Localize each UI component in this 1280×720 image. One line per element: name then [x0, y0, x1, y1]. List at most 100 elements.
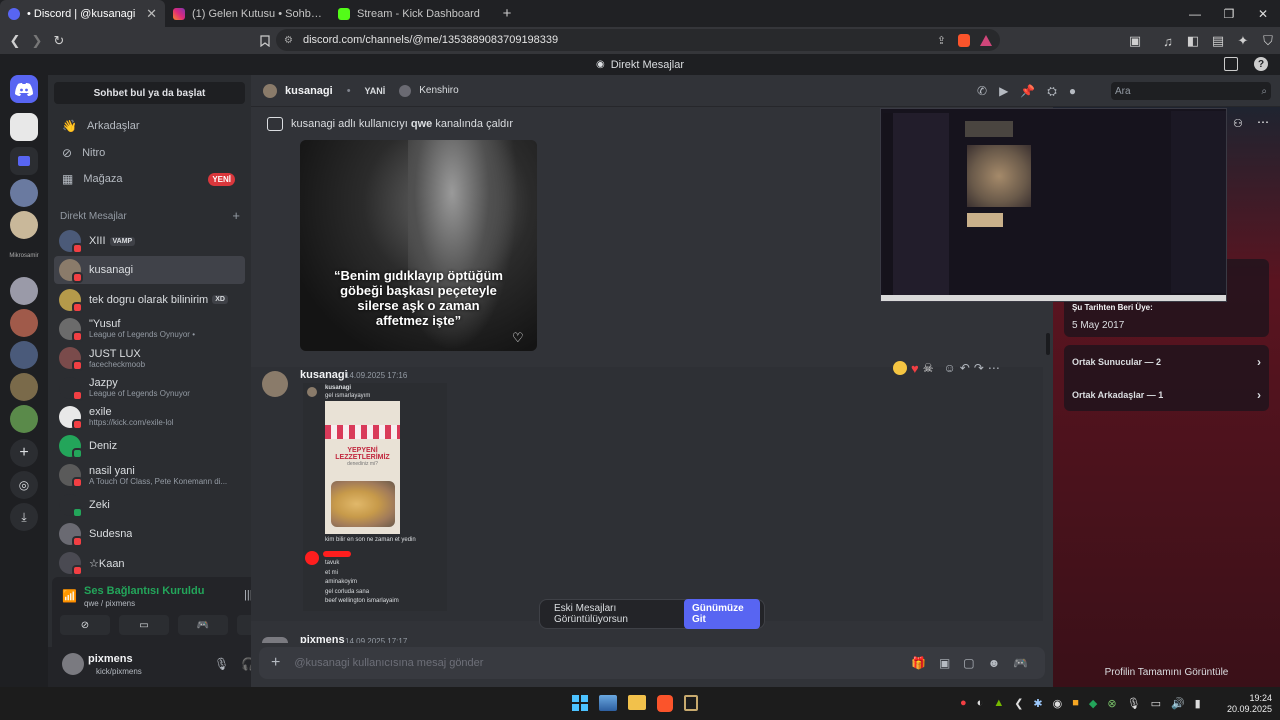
explore-icon[interactable]: ◎	[10, 471, 38, 499]
server-icon-6[interactable]	[10, 341, 38, 369]
close-tab-icon[interactable]: ✕	[146, 6, 157, 22]
create-dm-button[interactable]: +	[232, 208, 240, 223]
header-username[interactable]: kusanagi	[285, 85, 333, 97]
brave-browser-icon[interactable]	[657, 695, 673, 712]
taskbar-clock[interactable]: 19:24 20.09.2025	[1224, 693, 1272, 715]
dm-item[interactable]: XIII VAMP	[54, 227, 245, 255]
server-icon-8[interactable]	[10, 405, 38, 433]
leo-icon[interactable]: ✦	[1232, 30, 1254, 52]
nvidia-icon[interactable]: ▲	[993, 697, 1004, 710]
stream-pip-preview[interactable]	[880, 108, 1227, 302]
dm-item[interactable]: tek dogru olarak bilinirim XD	[54, 286, 245, 314]
chat-search-input[interactable]: Ara ⌕	[1111, 82, 1271, 100]
reload-icon[interactable]: ↻	[48, 30, 70, 52]
dm-item[interactable]: JUST LUX facecheckmoob	[54, 344, 245, 372]
tab-kick[interactable]: Stream - Kick Dashboard	[330, 0, 495, 27]
windows-start-icon[interactable]	[572, 695, 588, 711]
restore-icon[interactable]: ❐	[1212, 0, 1246, 27]
dm-item[interactable]: "Yusuf League of Legends Oynuyor •	[54, 315, 245, 343]
brave-rewards-icon[interactable]	[980, 34, 992, 46]
wallet-icon[interactable]: ▤	[1207, 30, 1229, 52]
view-full-profile-link[interactable]: Profilin Tamamını Görüntüle	[1053, 667, 1280, 678]
sidebar-icon[interactable]: ◧	[1182, 30, 1204, 52]
tray-green-icon[interactable]: ◆	[1089, 697, 1097, 710]
message-embed-screenshot[interactable]: kusanagi gel ısmarlayayım YEPYENİ LEZZET…	[303, 383, 447, 611]
tray-xbox-icon[interactable]: ⊗	[1107, 697, 1116, 710]
camera-off-button[interactable]: ⊘	[60, 615, 110, 635]
add-reaction-icon[interactable]: ☺	[943, 361, 955, 375]
close-window-icon[interactable]: ✕	[1246, 0, 1280, 27]
reaction-heart-icon[interactable]: ♥	[911, 361, 919, 376]
forward-icon[interactable]: ❯	[26, 30, 48, 52]
mutual-friends-row[interactable]: Ortak Arkadaşlar — 1 ›	[1064, 378, 1269, 411]
server-icon-4[interactable]	[10, 277, 38, 305]
nav-friends[interactable]: 👋 Arkadaşlar	[54, 113, 245, 139]
apps-icon[interactable]: 🎮	[1013, 656, 1028, 670]
dm-item[interactable]: kusanagi	[54, 256, 245, 285]
site-info-icon[interactable]: ⚙	[284, 35, 293, 46]
find-conversation-button[interactable]: Sohbet bul ya da başlat	[54, 82, 245, 104]
server-icon-3[interactable]	[10, 211, 38, 239]
mutual-servers-row[interactable]: Ortak Sunucular — 2 ›	[1064, 345, 1269, 378]
more-options-icon[interactable]: ⋯	[988, 361, 1000, 375]
tray-steam-icon[interactable]: ◉	[1053, 697, 1063, 710]
server-icon-7[interactable]	[10, 373, 38, 401]
share-icon[interactable]: ⇪	[937, 34, 946, 47]
tray-chevron-icon[interactable]: ❮	[1014, 697, 1023, 710]
reader-icon[interactable]: ▣	[1124, 30, 1146, 52]
user-avatar[interactable]	[62, 653, 84, 675]
next-message-avatar[interactable]	[262, 637, 288, 643]
jump-to-present-button[interactable]: Günümüze Git	[684, 599, 760, 629]
battery-icon[interactable]: ▮	[1195, 697, 1201, 710]
tray-mic-icon[interactable]: 🎙	[1127, 697, 1141, 710]
server-icon-1[interactable]	[10, 113, 38, 141]
address-bar[interactable]: ⚙ discord.com/channels/@me/1353889083709…	[276, 29, 1000, 51]
voice-call-icon[interactable]: ✆	[977, 84, 987, 99]
header-other-user[interactable]: Kenshiro	[419, 85, 458, 96]
voice-status[interactable]: Ses Bağlantısı Kuruldu	[84, 585, 204, 597]
file-explorer-icon[interactable]	[628, 695, 646, 710]
sticker-icon[interactable]: ▢	[963, 656, 974, 670]
dm-item[interactable]: Zeki	[54, 491, 245, 519]
user-name[interactable]: pixmens	[88, 653, 133, 665]
server-icon-5[interactable]	[10, 309, 38, 337]
reaction-skull-icon[interactable]: ☠	[923, 361, 934, 375]
record-icon[interactable]: ●	[960, 697, 967, 710]
pinned-messages-icon[interactable]: 📌	[1020, 84, 1035, 99]
profile-more-icon[interactable]: ⋯	[1257, 115, 1269, 129]
scrollbar-thumb[interactable]	[1046, 333, 1050, 355]
video-call-icon[interactable]: ▶	[999, 84, 1008, 99]
reaction-laugh-icon[interactable]	[893, 361, 907, 375]
server-icon-2[interactable]	[10, 179, 38, 207]
nav-shop[interactable]: ▦ Mağaza YENİ	[54, 166, 245, 192]
dm-item[interactable]: ☆Kaan	[54, 549, 245, 577]
favorite-heart-icon[interactable]: ♡	[512, 330, 524, 346]
forward-icon[interactable]: ↷	[974, 361, 984, 375]
reply-icon[interactable]: ↶	[960, 361, 970, 375]
network-icon[interactable]: ▭	[1151, 697, 1161, 710]
home-discord-icon[interactable]	[10, 75, 38, 103]
league-client-icon[interactable]	[684, 695, 698, 711]
next-message-author[interactable]: pixmens	[300, 634, 345, 643]
message-image[interactable]: “Benim gıdıklayıp öptüğüm göbeği başkası…	[300, 140, 537, 351]
nav-nitro[interactable]: ⊘ Nitro	[54, 140, 245, 166]
tab-discord[interactable]: • Discord | @kusanagi ✕	[0, 0, 165, 27]
add-server-icon[interactable]: +	[10, 439, 38, 467]
back-icon[interactable]: ❮	[4, 30, 26, 52]
add-friend-icon[interactable]: ⚇	[1233, 117, 1243, 130]
tray-orange-icon[interactable]: ■	[1072, 697, 1079, 710]
dm-item[interactable]: nasil yani A Touch Of Class, Pete Koneman…	[54, 461, 245, 489]
help-icon[interactable]: ?	[1254, 57, 1268, 71]
dm-item[interactable]: Sudesna	[54, 520, 245, 548]
bookmark-icon[interactable]	[254, 30, 276, 52]
tab-instagram[interactable]: (1) Gelen Kutusu • Sohbetler	[165, 0, 330, 27]
user-profile-icon[interactable]: ●	[1069, 84, 1076, 99]
inbox-icon[interactable]	[1224, 57, 1238, 71]
tray-app-icon[interactable]: ◐	[977, 697, 984, 710]
attach-plus-icon[interactable]: +	[271, 654, 280, 672]
folder-icon[interactable]	[10, 147, 38, 175]
new-tab-button[interactable]: +	[495, 0, 519, 27]
volume-icon[interactable]: 🔊	[1171, 697, 1185, 710]
microphone-icon[interactable]: 🎙	[214, 657, 229, 671]
dm-item[interactable]: Jazpy League of Legends Oynuyor	[54, 374, 245, 402]
